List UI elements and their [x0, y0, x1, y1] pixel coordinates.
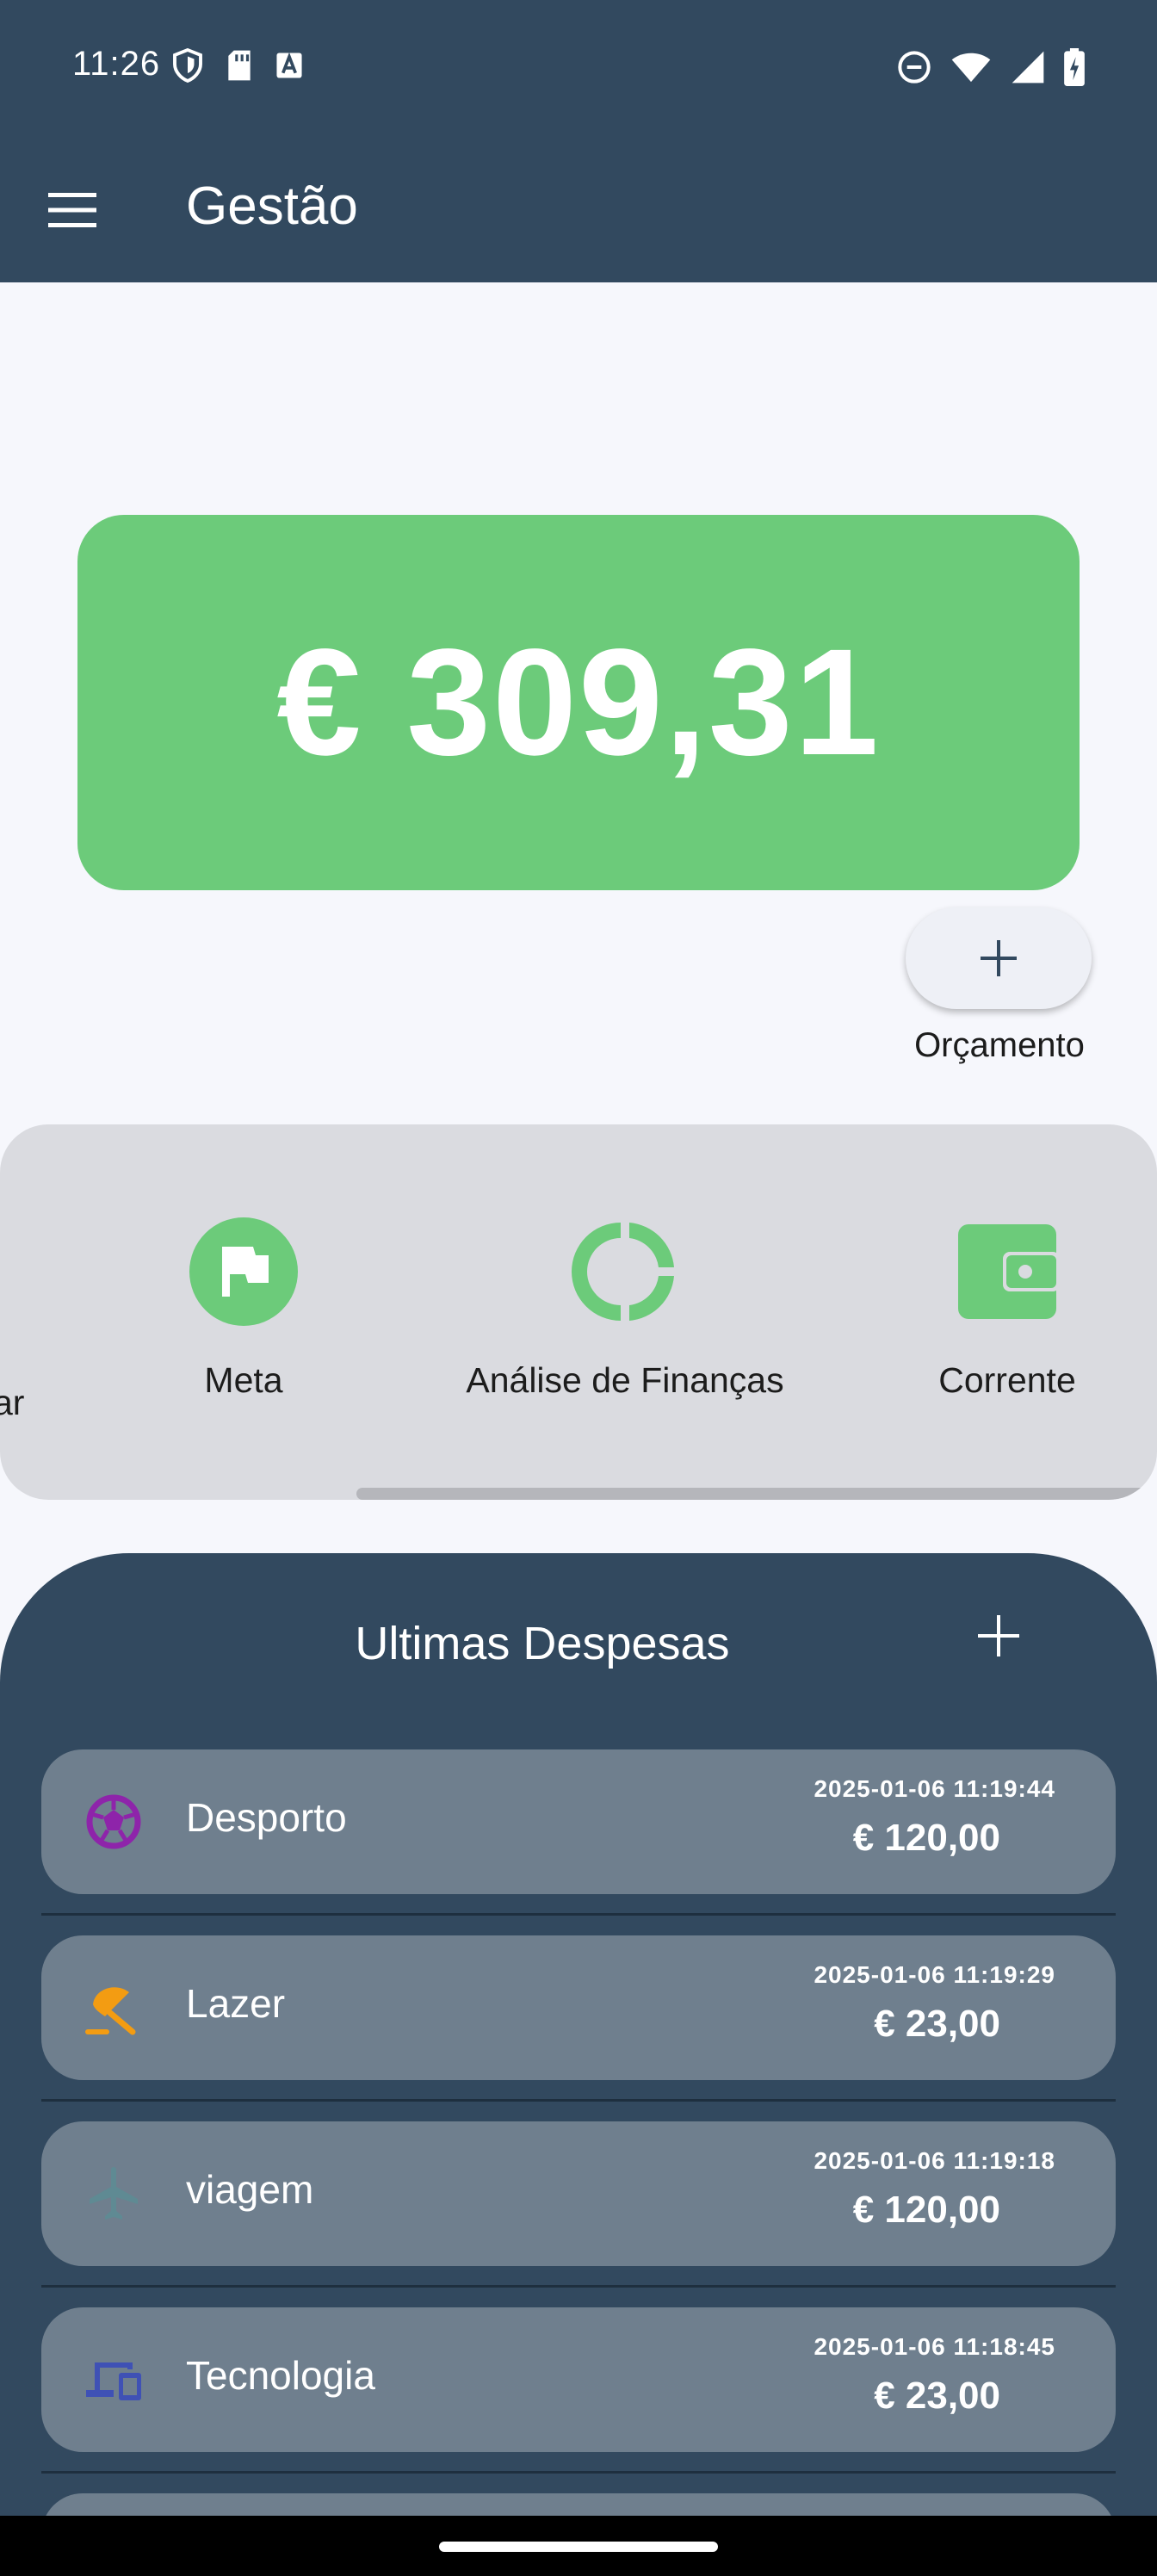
cell-signal-icon	[1012, 51, 1044, 84]
shortcut-corrente[interactable]: Corrente	[921, 1217, 1093, 1401]
shortcut-label: Corrente	[938, 1360, 1076, 1400]
expense-amount: € 23,00	[874, 2003, 1000, 2045]
carousel-scrollbar[interactable]	[356, 1488, 1157, 1500]
status-notification-icons	[172, 48, 303, 83]
expense-row[interactable]: Desporto 2025-01-06 11:19:44 € 120,00	[41, 1749, 1116, 1894]
donut-chart-icon	[572, 1223, 674, 1321]
sd-card-icon	[228, 50, 251, 81]
expenses-panel: Ultimas Despesas Desporto 2025-01-06 11:…	[0, 1553, 1157, 2516]
status-bar: 11:26	[0, 0, 1157, 138]
flag-icon	[189, 1217, 298, 1326]
beach-umbrella-icon	[85, 1987, 136, 2035]
expense-date: 2025-01-06 11:19:18	[814, 2147, 1055, 2174]
menu-icon[interactable]	[48, 191, 96, 229]
add-expense-icon[interactable]	[974, 1612, 1023, 1660]
plus-icon	[981, 940, 1017, 976]
expense-date: 2025-01-06 11:19:29	[814, 1961, 1055, 1988]
soccer-ball-icon	[86, 1794, 141, 1849]
shortcuts-carousel[interactable]: ar Meta Análise de Finanças Corrente	[0, 1124, 1157, 1500]
do-not-disturb-icon	[898, 51, 931, 84]
devices-icon	[86, 2362, 141, 2400]
add-budget-button[interactable]	[906, 907, 1092, 1009]
balance-card: € 309,31	[77, 515, 1080, 890]
page-title: Gestão	[186, 176, 358, 236]
wifi-icon	[951, 53, 991, 83]
divider	[41, 2471, 1116, 2474]
expense-name: Tecnologia	[186, 2353, 375, 2398]
balance-value: € 309,31	[276, 618, 881, 787]
budget-button-label: Orçamento	[914, 1026, 1085, 1064]
battery-charging-icon	[1064, 48, 1085, 86]
expense-row[interactable]: Lazer 2025-01-06 11:19:29 € 23,00	[41, 1935, 1116, 2080]
expenses-title: Ultimas Despesas	[355, 1618, 730, 1669]
shortcut-meta[interactable]: Meta	[158, 1217, 330, 1401]
shortcut-analise-financas[interactable]: Análise de Finanças	[453, 1217, 797, 1401]
keyboard-a-icon	[276, 52, 302, 78]
expense-name: viagem	[186, 2167, 314, 2212]
shortcut-label-partial: ar	[0, 1383, 25, 1422]
expense-name: Desporto	[186, 1795, 347, 1840]
expense-amount: € 23,00	[874, 2375, 1000, 2417]
home-gesture-handle[interactable]	[439, 2542, 718, 2552]
divider	[41, 1913, 1116, 1916]
expense-row[interactable]: viagem 2025-01-06 11:19:18 € 120,00	[41, 2121, 1116, 2266]
divider	[41, 2099, 1116, 2102]
shortcut-label: Meta	[204, 1360, 283, 1400]
expense-row[interactable]: Tecnologia 2025-01-06 11:18:45 € 23,00	[41, 2307, 1116, 2452]
status-time: 11:26	[72, 45, 161, 83]
status-system-icons	[897, 48, 1085, 86]
expense-amount: € 120,00	[852, 1817, 1000, 1859]
shield-icon	[173, 48, 202, 83]
expense-amount: € 120,00	[852, 2189, 1000, 2231]
expense-row[interactable]	[41, 2493, 1116, 2516]
wallet-icon	[958, 1224, 1060, 1319]
app-bar: Gestão	[0, 138, 1157, 282]
shortcut-label: Análise de Finanças	[466, 1360, 784, 1400]
airplane-icon	[90, 2167, 138, 2220]
divider	[41, 2285, 1116, 2288]
system-nav-bar	[0, 2516, 1157, 2576]
expense-name: Lazer	[186, 1981, 286, 2026]
expense-date: 2025-01-06 11:18:45	[814, 2333, 1055, 2360]
expense-date: 2025-01-06 11:19:44	[814, 1775, 1055, 1802]
